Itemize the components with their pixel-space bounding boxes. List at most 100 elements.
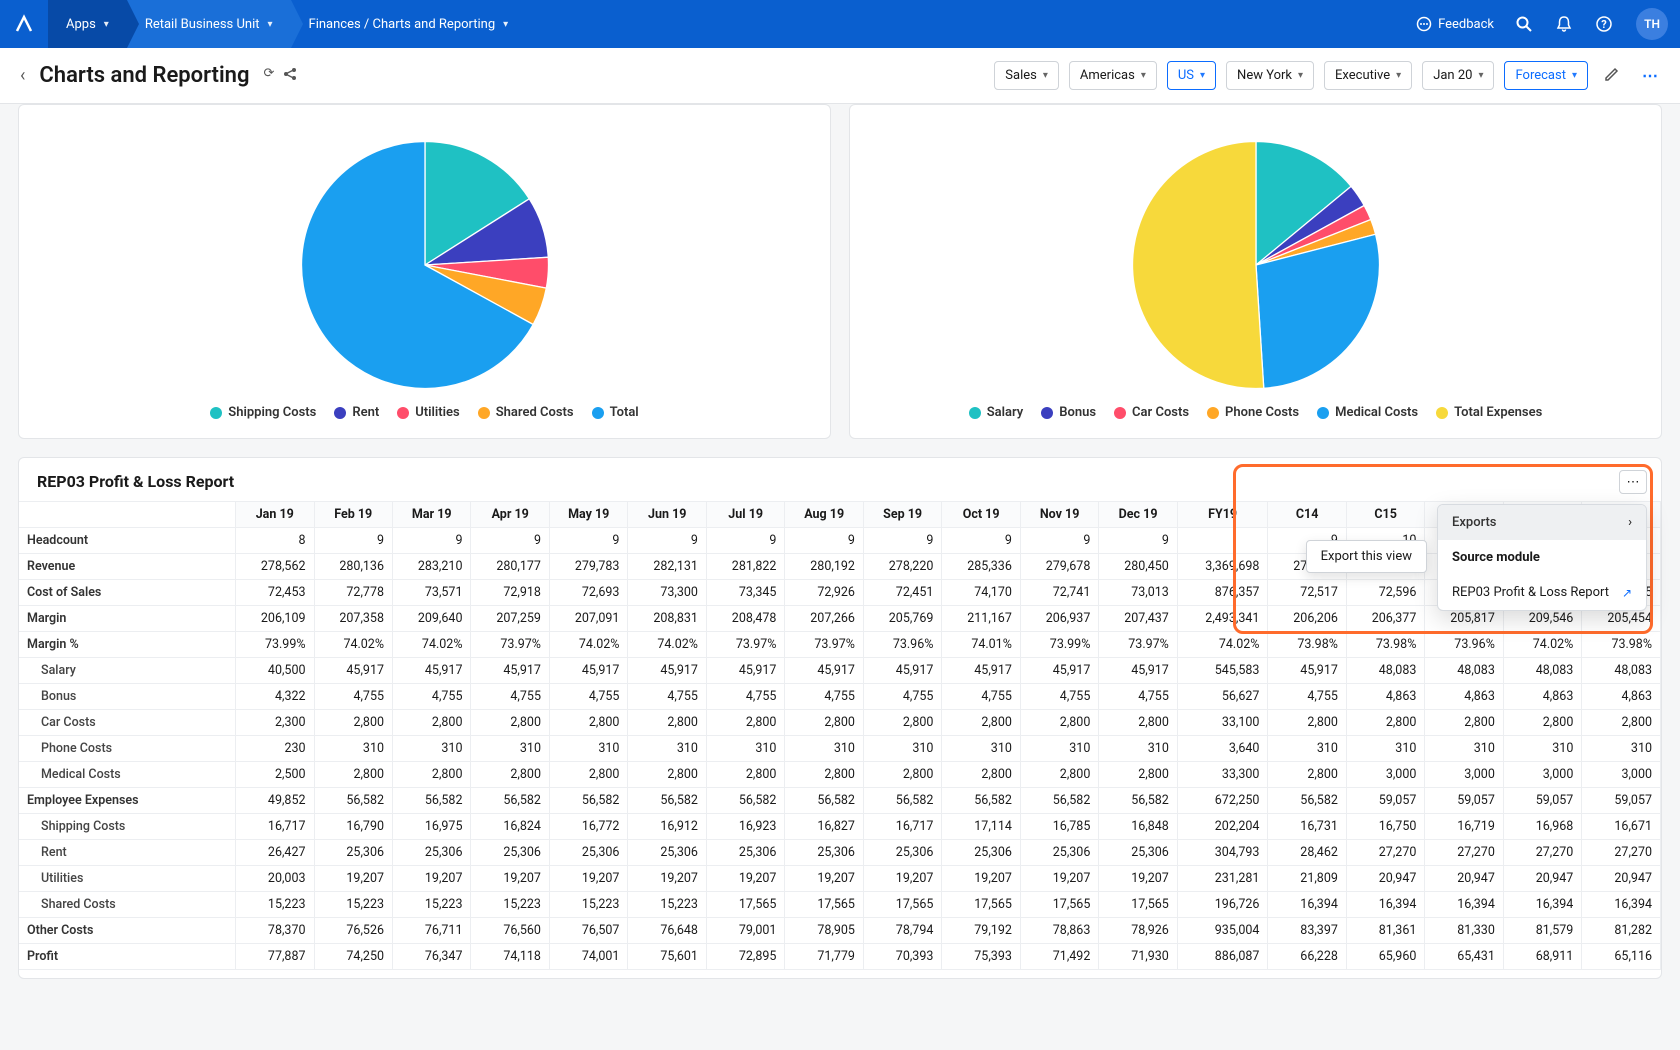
cell[interactable]: 25,306	[393, 840, 471, 866]
cell[interactable]: 16,717	[236, 814, 314, 840]
cell[interactable]: 15,223	[236, 892, 314, 918]
cell[interactable]: 74.02%	[1177, 632, 1268, 658]
legend-item[interactable]: Total Expenses	[1436, 405, 1542, 420]
col-header[interactable]: Jun 19	[628, 502, 706, 528]
cell[interactable]: 25,306	[1020, 840, 1098, 866]
cell[interactable]: 4,322	[236, 684, 314, 710]
cell[interactable]: 4,863	[1582, 684, 1661, 710]
cell[interactable]: 45,917	[863, 658, 941, 684]
cell[interactable]: 19,207	[1099, 866, 1177, 892]
cell[interactable]: 17,565	[1099, 892, 1177, 918]
row-label[interactable]: Other Costs	[19, 918, 236, 944]
legend-item[interactable]: Rent	[334, 405, 379, 420]
cell[interactable]: 2,800	[471, 762, 549, 788]
cell[interactable]: 59,057	[1582, 788, 1661, 814]
bell-icon[interactable]	[1544, 4, 1584, 44]
cell[interactable]: 74.02%	[393, 632, 471, 658]
cell[interactable]: 9	[549, 528, 627, 554]
share-icon[interactable]	[282, 66, 298, 86]
col-header[interactable]: C15	[1346, 502, 1424, 528]
cell[interactable]: 310	[1020, 736, 1098, 762]
cell[interactable]: 20,947	[1503, 866, 1581, 892]
cell[interactable]: 81,330	[1425, 918, 1503, 944]
menu-report-link[interactable]: REP03 Profit & Loss Report ↗	[1438, 575, 1646, 610]
cell[interactable]: 76,711	[393, 918, 471, 944]
cell[interactable]: 2,800	[1582, 710, 1661, 736]
cell[interactable]: 20,947	[1425, 866, 1503, 892]
cell[interactable]: 27,270	[1425, 840, 1503, 866]
row-label[interactable]: Shipping Costs	[19, 814, 236, 840]
cell[interactable]: 4,863	[1503, 684, 1581, 710]
cell[interactable]: 25,306	[1099, 840, 1177, 866]
cell[interactable]: 65,431	[1425, 944, 1503, 970]
cell[interactable]: 20,947	[1582, 866, 1661, 892]
cell[interactable]: 20,003	[236, 866, 314, 892]
row-label[interactable]: Phone Costs	[19, 736, 236, 762]
cell[interactable]: 205,769	[863, 606, 941, 632]
cell[interactable]: 886,087	[1177, 944, 1268, 970]
app-logo[interactable]	[0, 0, 48, 48]
nav-apps[interactable]: Apps▾	[48, 0, 127, 48]
cell[interactable]: 2,800	[1346, 710, 1424, 736]
cell[interactable]: 19,207	[706, 866, 784, 892]
cell[interactable]: 45,917	[628, 658, 706, 684]
cell[interactable]: 2,800	[706, 710, 784, 736]
cell[interactable]: 72,778	[314, 580, 392, 606]
cell[interactable]: 78,926	[1099, 918, 1177, 944]
col-header[interactable]: Oct 19	[942, 502, 1020, 528]
cell[interactable]: 74,001	[549, 944, 627, 970]
refresh-icon[interactable]: ⟳	[263, 66, 274, 86]
cell[interactable]: 207,259	[471, 606, 549, 632]
cell[interactable]: 45,917	[471, 658, 549, 684]
cell[interactable]: 19,207	[314, 866, 392, 892]
cell[interactable]: 74.01%	[942, 632, 1020, 658]
cell[interactable]: 3,369,698	[1177, 554, 1268, 580]
cell[interactable]: 73.96%	[1425, 632, 1503, 658]
cell[interactable]: 2,800	[1099, 710, 1177, 736]
cell[interactable]: 56,582	[471, 788, 549, 814]
cell[interactable]: 48,083	[1346, 658, 1424, 684]
filter-executive[interactable]: Executive▾	[1324, 61, 1412, 90]
cell[interactable]: 73.98%	[1346, 632, 1424, 658]
cell[interactable]: 56,582	[1020, 788, 1098, 814]
cell[interactable]: 48,083	[1503, 658, 1581, 684]
cell[interactable]: 83,397	[1268, 918, 1346, 944]
cell[interactable]: 73.98%	[1582, 632, 1661, 658]
cell[interactable]: 279,783	[549, 554, 627, 580]
cell[interactable]: 74.02%	[1503, 632, 1581, 658]
cell[interactable]: 16,923	[706, 814, 784, 840]
cell[interactable]: 20,947	[1346, 866, 1424, 892]
cell[interactable]: 33,100	[1177, 710, 1268, 736]
cell[interactable]: 33,300	[1177, 762, 1268, 788]
cell[interactable]: 4,755	[942, 684, 1020, 710]
cell[interactable]: 672,250	[1177, 788, 1268, 814]
cell[interactable]: 206,109	[236, 606, 314, 632]
cell[interactable]: 2,300	[236, 710, 314, 736]
cell[interactable]: 17,565	[706, 892, 784, 918]
pie-slice-total-expenses[interactable]	[1132, 142, 1263, 389]
cell[interactable]: 48,083	[1582, 658, 1661, 684]
cell[interactable]: 283,210	[393, 554, 471, 580]
cell[interactable]: 16,912	[628, 814, 706, 840]
cell[interactable]: 19,207	[549, 866, 627, 892]
cell[interactable]: 16,394	[1582, 892, 1661, 918]
cell[interactable]: 2,800	[706, 762, 784, 788]
row-label[interactable]: Margin %	[19, 632, 236, 658]
legend-item[interactable]: Total	[592, 405, 639, 420]
cell[interactable]: 207,091	[549, 606, 627, 632]
col-header[interactable]: Jan 19	[236, 502, 314, 528]
cell[interactable]: 16,772	[549, 814, 627, 840]
col-header[interactable]: Apr 19	[471, 502, 549, 528]
cell[interactable]: 16,717	[863, 814, 941, 840]
user-avatar[interactable]: TH	[1636, 8, 1668, 40]
cell[interactable]: 25,306	[549, 840, 627, 866]
row-label[interactable]: Utilities	[19, 866, 236, 892]
cell[interactable]: 2,800	[393, 710, 471, 736]
col-header[interactable]: May 19	[549, 502, 627, 528]
cell[interactable]: 73.96%	[863, 632, 941, 658]
nav-breadcrumb[interactable]: Finances / Charts and Reporting▾	[291, 0, 527, 48]
cell[interactable]: 310	[1582, 736, 1661, 762]
cell[interactable]: 73.97%	[1099, 632, 1177, 658]
cell[interactable]: 25,306	[785, 840, 863, 866]
legend-item[interactable]: Shared Costs	[478, 405, 574, 420]
